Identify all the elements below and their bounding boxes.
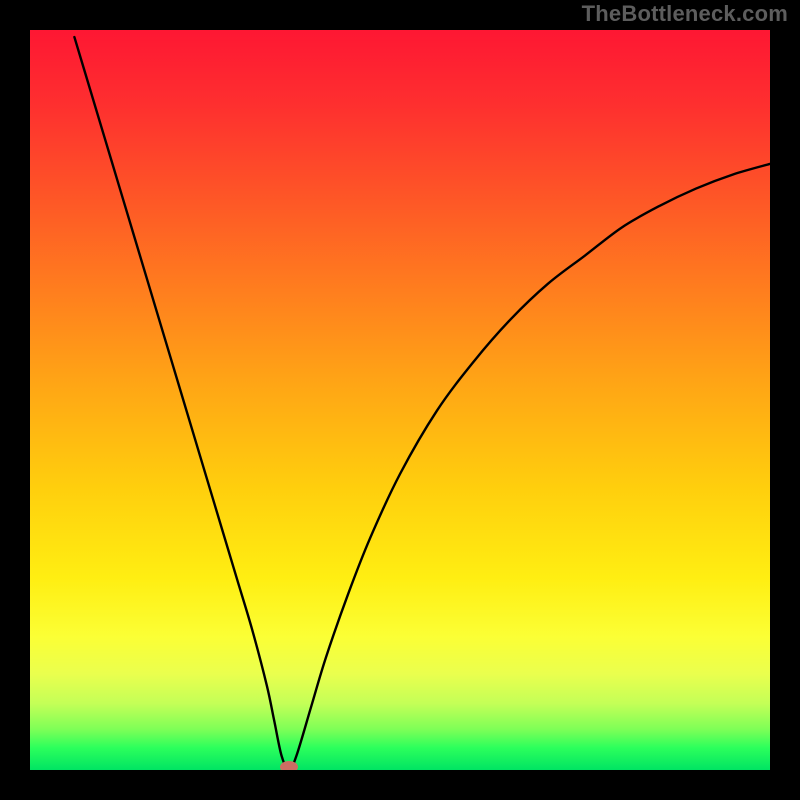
chart-svg <box>30 30 770 770</box>
plot-area <box>30 30 770 770</box>
bottleneck-curve <box>74 37 770 770</box>
watermark-text: TheBottleneck.com <box>582 1 788 27</box>
chart-frame: TheBottleneck.com <box>0 0 800 800</box>
